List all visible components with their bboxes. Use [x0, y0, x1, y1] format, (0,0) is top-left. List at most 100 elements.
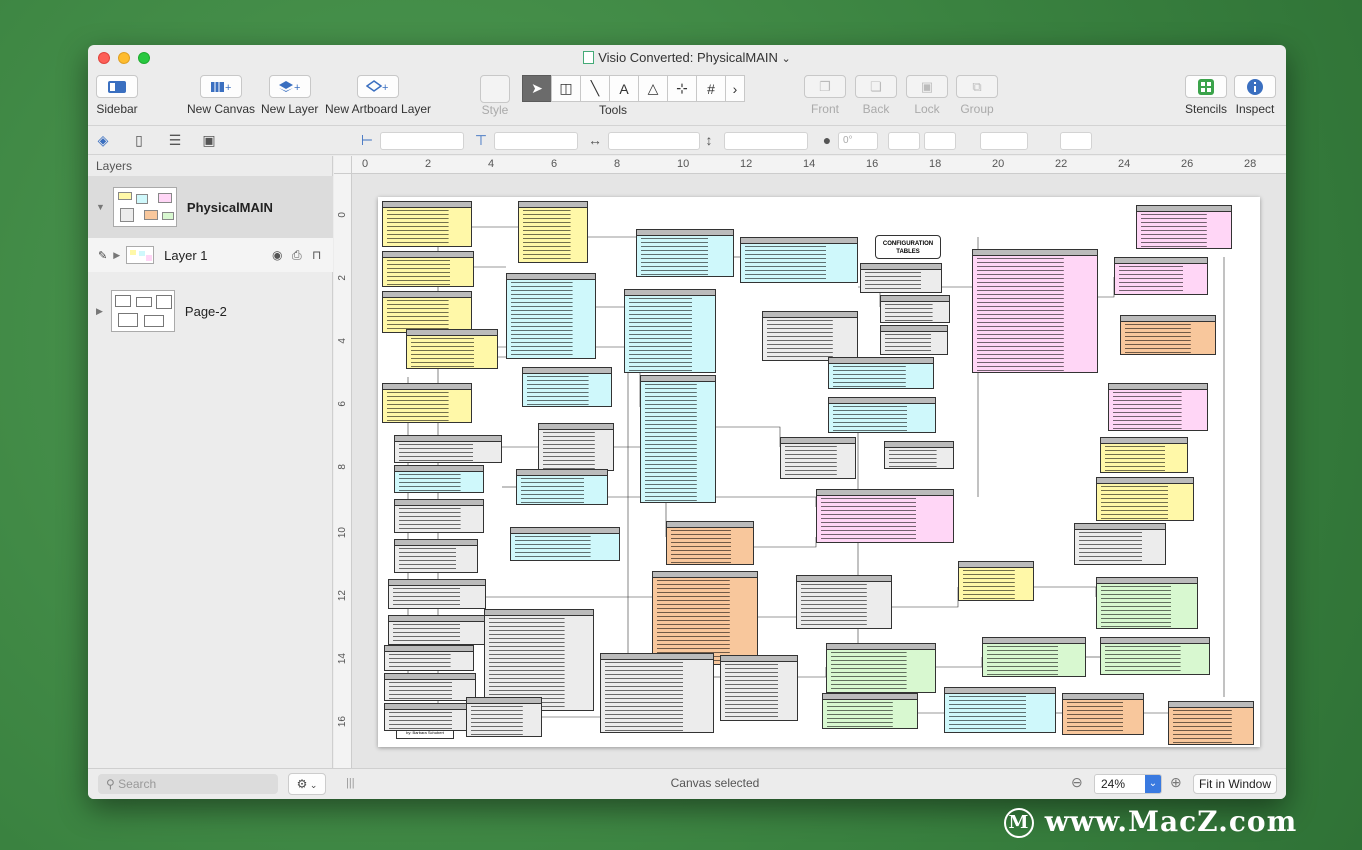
entity-table-box[interactable]: [720, 655, 798, 721]
visibility-eye-icon[interactable]: ◉: [272, 248, 282, 262]
entity-table-box[interactable]: [466, 697, 542, 737]
entity-table-box[interactable]: [1062, 693, 1144, 735]
canvas-tab-icon[interactable]: ▯: [130, 132, 148, 150]
entity-table-box[interactable]: [740, 237, 858, 283]
entity-table-box[interactable]: [506, 273, 596, 359]
entity-table-box[interactable]: [384, 645, 474, 671]
entity-table-box[interactable]: [1100, 437, 1188, 473]
entity-table-box[interactable]: [880, 325, 948, 355]
unlock-icon[interactable]: ⊓: [312, 248, 321, 262]
entity-table-box[interactable]: [880, 295, 950, 323]
canvas-area[interactable]: 0 2 4 6 8 10 12 14 16 18 20 22 24 26 28 0 2 4 6 8 10 12 14 16 …: [334, 156, 1286, 768]
entity-table-box[interactable]: [510, 527, 620, 561]
zoom-in-icon[interactable]: ⊕: [1170, 774, 1182, 791]
entity-table-box[interactable]: [1168, 701, 1254, 745]
entity-table-box[interactable]: [958, 561, 1034, 601]
entity-table-box[interactable]: [522, 367, 612, 407]
entity-table-box[interactable]: [826, 643, 936, 693]
stencils-toolbar-item[interactable]: Stencils: [1185, 75, 1227, 116]
zoom-select[interactable]: 24% ⌄: [1094, 774, 1162, 794]
canvas-row-page-2[interactable]: ▶ Page-2: [88, 280, 333, 342]
print-icon[interactable]: ⎙: [292, 248, 302, 263]
entity-table-box[interactable]: [1074, 523, 1166, 565]
entity-table-box[interactable]: [1108, 383, 1208, 431]
y-position-field[interactable]: [494, 132, 578, 150]
entity-table-box[interactable]: [822, 693, 918, 729]
entity-table-box[interactable]: [828, 397, 936, 433]
canvas-row-physicalmain[interactable]: ▼ PhysicalMAIN: [88, 176, 333, 238]
rotation-field[interactable]: 0°: [838, 132, 878, 150]
flip-vertical-button[interactable]: [924, 132, 956, 150]
entity-table-box[interactable]: [982, 637, 1086, 677]
entity-table-box[interactable]: [394, 435, 502, 463]
entity-table-box[interactable]: [384, 703, 476, 731]
entity-table-box[interactable]: [1120, 315, 1216, 355]
disclosure-open-icon[interactable]: ▼: [96, 202, 105, 212]
pen-tool[interactable]: △: [638, 75, 668, 102]
entity-table-box[interactable]: [884, 441, 954, 469]
selection-tab-icon[interactable]: ▣: [200, 132, 218, 150]
text-tool[interactable]: A: [609, 75, 639, 102]
flip-horizontal-button[interactable]: [888, 132, 920, 150]
entity-table-box[interactable]: [484, 609, 594, 711]
entity-table-box[interactable]: [762, 311, 858, 361]
entity-table-box[interactable]: [382, 201, 472, 247]
entity-table-box[interactable]: [860, 263, 942, 293]
zoom-out-icon[interactable]: ⊖: [1071, 774, 1083, 791]
more-tools-button[interactable]: ›: [725, 75, 745, 102]
new-artboard-layer-button[interactable]: +: [357, 75, 400, 98]
entity-table-box[interactable]: [624, 289, 716, 373]
disclosure-closed-icon[interactable]: ▶: [113, 250, 120, 261]
entity-table-box[interactable]: [816, 489, 954, 543]
entity-table-box[interactable]: [1114, 257, 1208, 295]
entity-table-box[interactable]: [394, 499, 484, 533]
sidebar-toolbar-item[interactable]: Sidebar: [96, 75, 138, 116]
entity-table-box[interactable]: [388, 579, 486, 609]
entity-table-box[interactable]: [516, 469, 608, 505]
new-layer-button[interactable]: +: [268, 75, 311, 98]
line-tool[interactable]: ╲: [580, 75, 610, 102]
new-artboard-layer-toolbar-item[interactable]: + New Artboard Layer: [325, 75, 431, 116]
search-field[interactable]: ⚲ Search: [98, 774, 278, 794]
entity-table-box[interactable]: [1096, 577, 1198, 629]
layers-tab-icon[interactable]: ◈: [94, 132, 112, 150]
extra-options-button[interactable]: [1060, 132, 1092, 150]
entity-table-box[interactable]: [640, 375, 716, 503]
window-title[interactable]: Visio Converted: PhysicalMAIN ⌄: [88, 50, 1286, 65]
entity-table-box[interactable]: [384, 673, 476, 701]
entity-table-box[interactable]: [666, 521, 754, 565]
entity-table-box[interactable]: [406, 329, 498, 369]
x-position-field[interactable]: [380, 132, 464, 150]
width-field[interactable]: [608, 132, 700, 150]
entity-table-box[interactable]: [394, 465, 484, 493]
entity-table-box[interactable]: [828, 357, 934, 389]
entity-table-box[interactable]: [652, 571, 758, 665]
sidebar-toggle-button[interactable]: [96, 75, 138, 98]
layer-row-layer-1[interactable]: ✎ ▶ Layer 1 ◉ ⎙ ⊓: [88, 238, 333, 272]
entity-table-box[interactable]: [600, 653, 714, 733]
entity-table-box[interactable]: [1096, 477, 1194, 521]
point-editor-tool[interactable]: ⊹: [667, 75, 697, 102]
entity-table-box[interactable]: [518, 201, 588, 263]
entity-table-box[interactable]: [1100, 637, 1210, 675]
inspect-button[interactable]: [1234, 75, 1276, 98]
diagram-tool[interactable]: #: [696, 75, 726, 102]
stencils-button[interactable]: [1185, 75, 1228, 98]
entity-table-box[interactable]: [382, 251, 474, 287]
new-canvas-button[interactable]: +: [200, 75, 243, 98]
new-layer-toolbar-item[interactable]: + New Layer: [261, 75, 318, 116]
inspect-toolbar-item[interactable]: Inspect: [1234, 75, 1276, 116]
gear-menu-button[interactable]: ⚙ ⌄: [288, 773, 326, 795]
entity-table-box[interactable]: [972, 249, 1098, 373]
entity-table-box[interactable]: [382, 383, 472, 423]
shape-options-popup[interactable]: [980, 132, 1028, 150]
canvas-page[interactable]: CONFIGURATION TABLES May 25, 2004 Build …: [378, 197, 1260, 747]
entity-table-box[interactable]: [1136, 205, 1232, 249]
entity-table-box[interactable]: [636, 229, 734, 277]
entity-table-box[interactable]: [382, 291, 472, 333]
shape-tool[interactable]: ◫: [551, 75, 581, 102]
new-canvas-toolbar-item[interactable]: + New Canvas: [187, 75, 255, 116]
entity-table-box[interactable]: [944, 687, 1056, 733]
entity-table-box[interactable]: [388, 615, 486, 645]
height-field[interactable]: [724, 132, 808, 150]
